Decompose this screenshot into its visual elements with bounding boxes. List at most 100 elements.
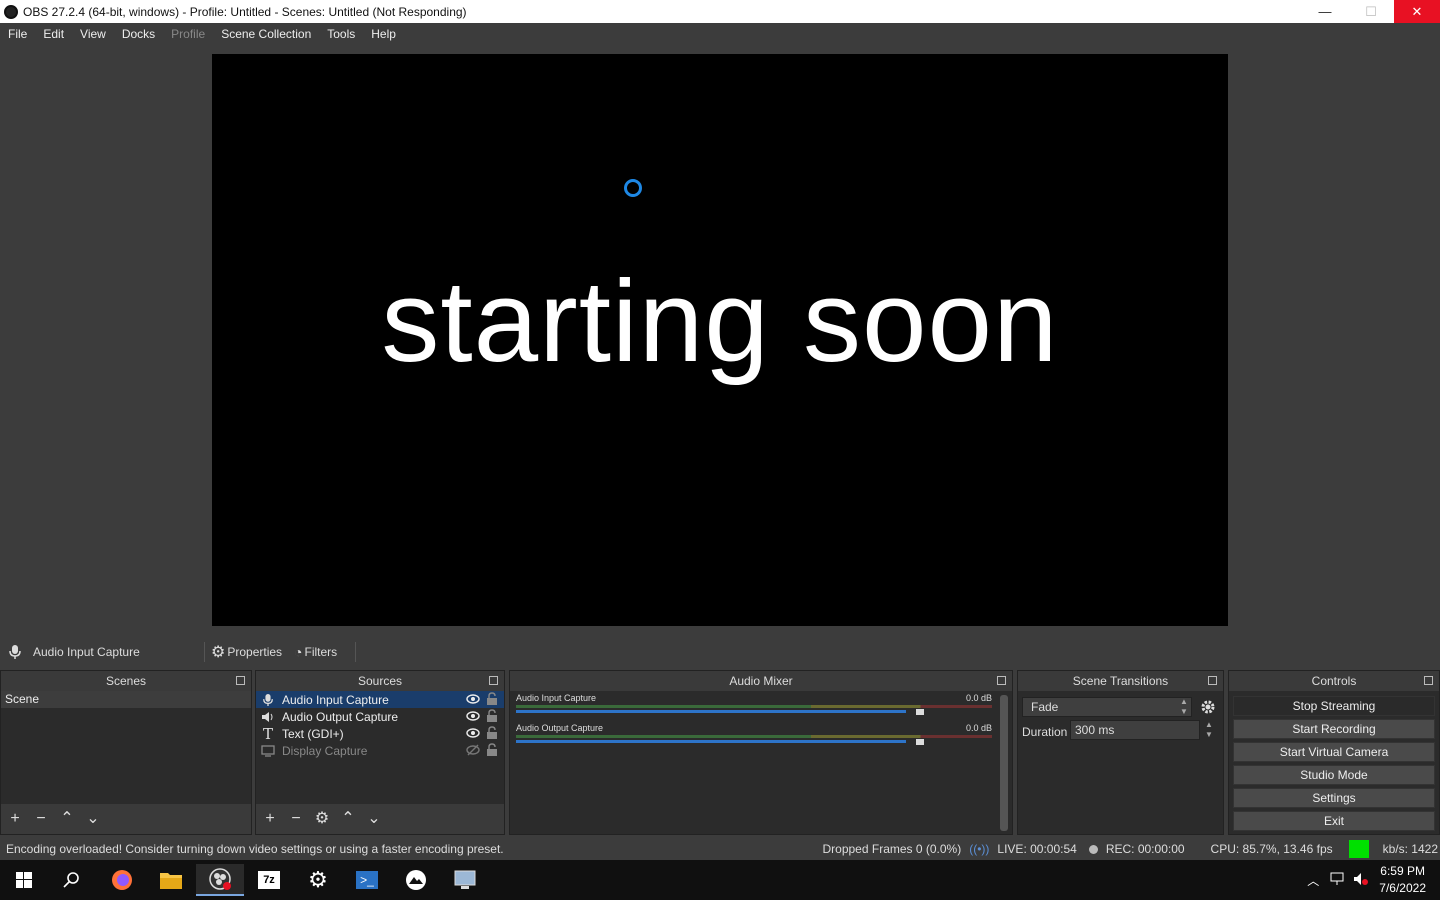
gear-icon[interactable] (1200, 699, 1216, 715)
eye-icon[interactable] (466, 710, 480, 722)
close-button[interactable]: ✕ (1394, 0, 1440, 23)
taskbar: 7z ⚙ >_ ︿ 6:59 PM 7/6/2022 (0, 860, 1440, 900)
window-controls: — ☐ ✕ (1302, 0, 1440, 23)
maximize-button[interactable]: ☐ (1348, 0, 1394, 23)
source-name: Audio Input Capture (282, 692, 389, 707)
filters-icon: ◔ (294, 644, 303, 660)
windows-start-icon[interactable] (0, 864, 48, 896)
search-icon[interactable] (48, 864, 96, 896)
clock-time: 6:59 PM (1380, 864, 1425, 878)
menu-docks[interactable]: Docks (114, 27, 163, 41)
channel-db: 0.0 dB (965, 693, 992, 703)
duration-stepper[interactable]: ▲ ▼ (1202, 720, 1216, 740)
start-virtual-camera-button[interactable]: Start Virtual Camera (1233, 742, 1435, 762)
settings-gear-icon[interactable]: ⚙ (294, 864, 342, 896)
transition-select[interactable]: Fade (1022, 697, 1192, 717)
lock-icon[interactable] (486, 692, 498, 706)
volume-slider-handle[interactable] (915, 739, 924, 745)
transitions-header: Scene Transitions (1018, 671, 1223, 691)
remove-icon[interactable]: − (288, 811, 304, 827)
controls-header: Controls (1229, 671, 1439, 691)
chevron-up-icon[interactable]: ︿ (1307, 872, 1319, 889)
add-icon[interactable]: + (262, 811, 278, 827)
volume-slider-handle[interactable] (915, 709, 924, 715)
7zip-icon[interactable]: 7z (245, 864, 293, 896)
speaker-icon (260, 709, 276, 725)
duration-input[interactable]: 300 ms (1070, 720, 1200, 740)
bitrate: kb/s: 1422 (1382, 842, 1438, 856)
sources-dock: Sources Audio Input Capture Audio Output… (255, 670, 505, 835)
media-app-icon[interactable] (392, 864, 440, 896)
mixer-channel: Audio Input Capture 0.0 dB (510, 691, 1012, 721)
undock-icon[interactable] (236, 676, 245, 685)
menu-tools[interactable]: Tools (319, 27, 363, 41)
menu-profile[interactable]: Profile (163, 27, 213, 41)
undock-icon[interactable] (1424, 676, 1433, 685)
status-message: Encoding overloaded! Consider turning do… (6, 842, 504, 856)
taskbar-clock[interactable]: 6:59 PM 7/6/2022 (1379, 863, 1426, 897)
eye-icon[interactable] (466, 693, 480, 705)
toolbar-divider (355, 642, 357, 662)
menu-file[interactable]: File (0, 27, 35, 41)
menu-edit[interactable]: Edit (35, 27, 72, 41)
stop-streaming-button[interactable]: Stop Streaming (1233, 696, 1435, 716)
preview-canvas[interactable]: starting soon (212, 54, 1228, 626)
undock-icon[interactable] (997, 676, 1006, 685)
source-row[interactable]: Audio Output Capture (256, 708, 504, 725)
scenes-dock: Scenes Scene + − ⌃ ⌄ (0, 670, 252, 835)
scene-item[interactable]: Scene (1, 691, 251, 708)
source-row[interactable]: Display Capture (256, 742, 504, 759)
gear-icon[interactable]: ⚙ (314, 811, 330, 827)
eye-icon[interactable] (466, 727, 480, 739)
move-down-icon[interactable]: ⌄ (366, 811, 382, 827)
move-up-icon[interactable]: ⌃ (340, 811, 356, 827)
obs-taskbar-icon[interactable] (196, 864, 244, 896)
exit-button[interactable]: Exit (1233, 811, 1435, 831)
audio-mixer-title: Audio Mixer (729, 674, 793, 688)
menu-view[interactable]: View (72, 27, 114, 41)
properties-label: Properties (227, 645, 283, 659)
studio-mode-button[interactable]: Studio Mode (1233, 765, 1435, 785)
transitions-title: Scene Transitions (1072, 674, 1169, 688)
select-arrows-icon[interactable]: ▲ ▼ (1176, 697, 1192, 717)
menu-help[interactable]: Help (363, 27, 404, 41)
move-up-icon[interactable]: ⌃ (59, 811, 75, 827)
remote-desktop-icon[interactable] (441, 864, 489, 896)
remove-icon[interactable]: − (33, 811, 49, 827)
mixer-scrollbar[interactable] (1000, 695, 1008, 831)
text-icon: T (262, 724, 273, 743)
lock-icon[interactable] (486, 726, 498, 740)
move-down-icon[interactable]: ⌄ (85, 811, 101, 827)
gear-icon: ⚙ (211, 644, 226, 661)
preview-area: starting soon (0, 44, 1440, 636)
status-stats: Dropped Frames 0 (0.0%) ((•)) LIVE: 00:0… (823, 838, 1440, 860)
powershell-icon[interactable]: >_ (343, 864, 391, 896)
network-icon[interactable] (1329, 872, 1345, 889)
minimize-button[interactable]: — (1302, 0, 1348, 23)
sources-header: Sources (256, 671, 504, 691)
volume-meter[interactable] (516, 735, 992, 745)
filters-label: Filters (304, 645, 338, 659)
properties-button[interactable]: ⚙ Properties (211, 642, 282, 662)
record-dot-icon (1088, 844, 1098, 854)
window-title: OBS 27.2.4 (64-bit, windows) - Profile: … (23, 4, 467, 19)
lock-icon[interactable] (486, 743, 498, 757)
duration-label: Duration (1022, 725, 1068, 739)
undock-icon[interactable] (1208, 676, 1217, 685)
filters-button[interactable]: ◔ Filters (294, 644, 337, 660)
eye-hidden-icon[interactable] (466, 744, 480, 756)
file-explorer-icon[interactable] (147, 864, 195, 896)
source-row[interactable]: T Text (GDI+) (256, 724, 504, 743)
scenes-footer: + − ⌃ ⌄ (1, 804, 251, 834)
undock-icon[interactable] (489, 676, 498, 685)
volume-muted-icon[interactable] (1353, 872, 1369, 889)
source-row[interactable]: Audio Input Capture (256, 691, 504, 708)
menu-scene-collection[interactable]: Scene Collection (213, 27, 319, 41)
settings-button[interactable]: Settings (1233, 788, 1435, 808)
lock-icon[interactable] (486, 709, 498, 723)
volume-meter[interactable] (516, 705, 992, 715)
add-icon[interactable]: + (7, 811, 23, 827)
start-recording-button[interactable]: Start Recording (1233, 719, 1435, 739)
firefox-icon[interactable] (98, 864, 146, 896)
source-name: Audio Output Capture (282, 709, 399, 724)
